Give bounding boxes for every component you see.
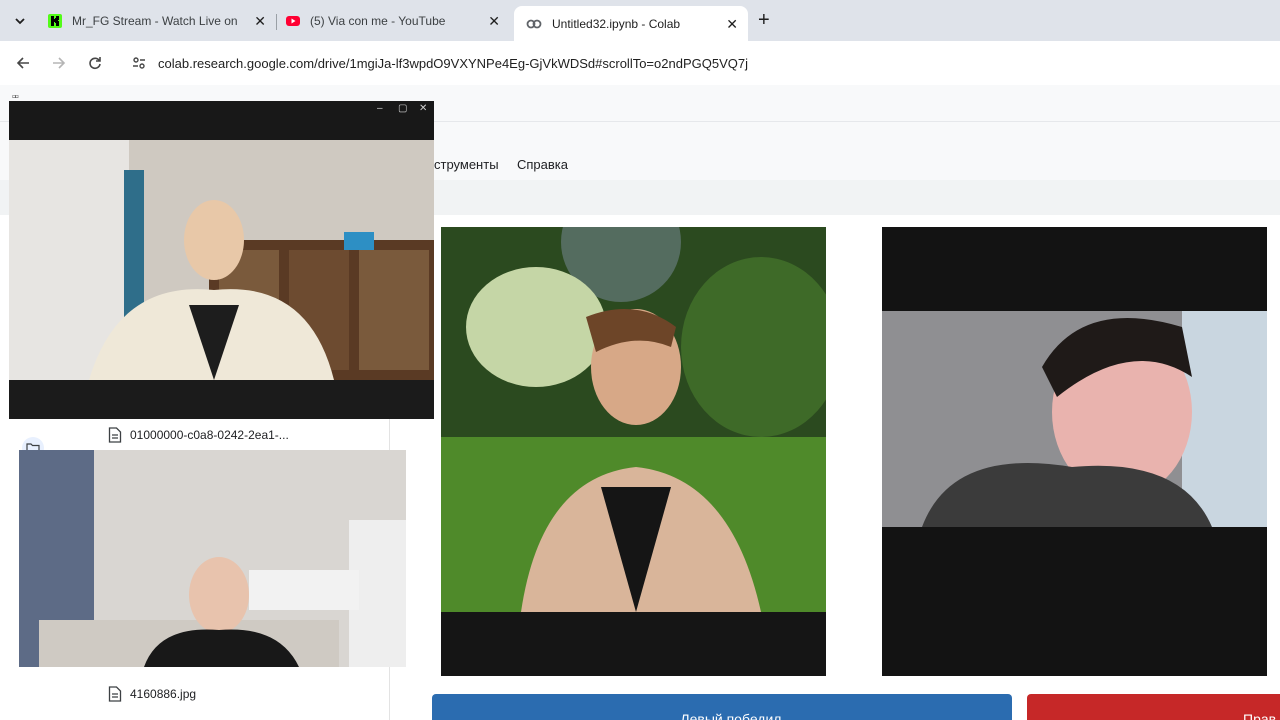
video-feed-top-left [9, 140, 434, 380]
reload-icon [89, 57, 101, 70]
video-feed-bottom-left [19, 450, 406, 667]
site-info-icon[interactable] [128, 55, 150, 71]
chevron-down-icon [15, 18, 25, 25]
close-icon[interactable]: ✕ [419, 103, 427, 114]
menu-tools[interactable]: струменты [434, 157, 499, 172]
video-feed-right [882, 227, 1267, 676]
tab-youtube[interactable]: (5) Via con me - YouTube ✕ [274, 6, 510, 35]
new-tab-icon[interactable]: + [758, 9, 770, 32]
pip-window[interactable]: – ▢ ✕ [9, 101, 434, 419]
maximize-icon[interactable]: ▢ [398, 103, 407, 114]
close-tab-icon[interactable]: ✕ [726, 16, 738, 33]
video-feed-center [441, 227, 826, 676]
video-frame [9, 140, 434, 380]
file-item[interactable]: 01000000-c0a8-0242-2ea1-... [108, 426, 289, 444]
url-text: colab.research.google.com/drive/1mgiJa-l… [158, 55, 748, 71]
colab-icon [526, 19, 542, 28]
menu-help[interactable]: Справка [517, 157, 568, 172]
right-winner-button[interactable]: Прав [1027, 694, 1280, 720]
arrow-right-icon [53, 57, 66, 69]
file-item[interactable]: 4160886.jpg [108, 685, 196, 703]
close-tab-icon[interactable]: ✕ [488, 13, 500, 30]
video-frame [19, 450, 406, 667]
arrow-left-icon [16, 57, 29, 69]
minimize-icon[interactable]: – [377, 103, 383, 114]
tab-kick[interactable]: Mr_FG Stream - Watch Live on K ✕ [36, 6, 276, 35]
close-tab-icon[interactable]: ✕ [254, 13, 266, 30]
address-bar[interactable]: colab.research.google.com/drive/1mgiJa-l… [120, 46, 1280, 80]
forward-button[interactable] [46, 51, 72, 75]
back-button[interactable] [10, 51, 36, 75]
file-icon [108, 686, 122, 702]
youtube-icon [286, 15, 300, 26]
video-frame [441, 227, 826, 612]
left-winner-button[interactable]: ← Левый победил [432, 694, 1012, 720]
video-frame [882, 227, 1267, 676]
tab-search-dropdown[interactable] [8, 9, 32, 33]
file-icon [108, 427, 122, 443]
pip-titlebar: – ▢ ✕ [9, 101, 434, 140]
kick-icon [48, 13, 62, 28]
browser-toolbar: colab.research.google.com/drive/1mgiJa-l… [0, 41, 1280, 85]
tab-strip: Mr_FG Stream - Watch Live on K ✕ (5) Via… [0, 0, 1280, 41]
reload-button[interactable] [82, 51, 108, 75]
tab-colab[interactable]: Untitled32.ipynb - Colab ✕ [514, 6, 748, 41]
